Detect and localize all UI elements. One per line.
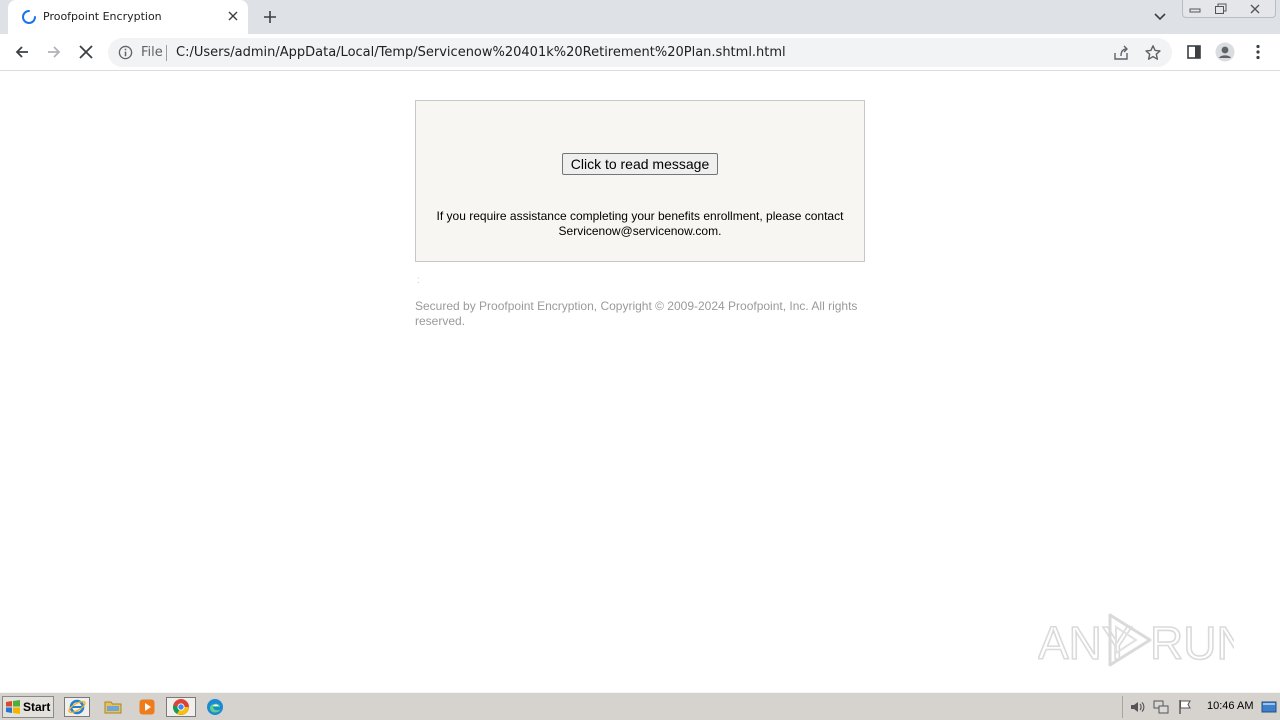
- share-icon[interactable]: [1112, 44, 1130, 62]
- close-tab-icon[interactable]: [224, 7, 242, 25]
- file-scheme-label: File: [141, 45, 163, 60]
- close-window-icon[interactable]: [1236, 0, 1274, 18]
- read-message-button[interactable]: Click to read message: [562, 153, 718, 175]
- media-player-icon[interactable]: [134, 697, 160, 717]
- side-panel-icon[interactable]: [1184, 42, 1204, 62]
- chrome-icon[interactable]: [166, 697, 196, 717]
- info-icon[interactable]: [118, 45, 133, 60]
- back-arrow-icon[interactable]: [10, 40, 34, 64]
- windows-flag-icon: [6, 700, 20, 714]
- taskbar-clock[interactable]: 10:46 AM: [1207, 700, 1253, 712]
- address-divider: [166, 45, 167, 61]
- start-label: Start: [23, 700, 51, 714]
- minimize-window-icon[interactable]: [1183, 0, 1207, 18]
- forward-arrow-icon[interactable]: [42, 40, 66, 64]
- stop-loading-icon[interactable]: [74, 40, 98, 64]
- watermark-text-right: RUN: [1150, 617, 1234, 669]
- encrypted-message-panel: Click to read message If you require ass…: [415, 100, 865, 262]
- system-tray: 10:46 AM: [1122, 696, 1280, 718]
- tab-strip: Proofpoint Encryption: [0, 0, 1280, 34]
- stray-mark: :: [417, 275, 420, 286]
- url-text[interactable]: C:/Users/admin/AppData/Local/Temp/Servic…: [176, 45, 786, 60]
- assistance-text-line1: If you require assistance completing you…: [436, 209, 844, 223]
- new-tab-icon[interactable]: [258, 5, 282, 29]
- volume-icon[interactable]: [1129, 699, 1145, 715]
- tab-title: Proofpoint Encryption: [43, 10, 162, 23]
- footer-line2: reserved.: [415, 314, 466, 328]
- bookmark-star-icon[interactable]: [1144, 44, 1162, 62]
- address-bar[interactable]: File C:/Users/admin/AppData/Local/Temp/S…: [108, 38, 1172, 67]
- loading-spinner-icon: [22, 10, 36, 24]
- profile-avatar-icon[interactable]: [1215, 42, 1235, 62]
- kebab-menu-icon[interactable]: [1248, 42, 1268, 62]
- chevron-down-icon[interactable]: [1150, 7, 1170, 27]
- internet-explorer-icon[interactable]: [64, 697, 90, 717]
- assistance-contact-email: Servicenow@servicenow.com.: [558, 224, 722, 238]
- browser-toolbar: File C:/Users/admin/AppData/Local/Temp/S…: [0, 34, 1280, 71]
- assistance-text: If you require assistance completing you…: [424, 209, 856, 239]
- restore-window-icon[interactable]: [1208, 0, 1234, 18]
- start-button[interactable]: Start: [2, 696, 54, 718]
- action-center-flag-icon[interactable]: [1177, 699, 1193, 715]
- show-desktop-icon[interactable]: [1261, 699, 1277, 715]
- file-explorer-icon[interactable]: [100, 697, 126, 717]
- footer-line1: Secured by Proofpoint Encryption, Copyri…: [415, 299, 858, 313]
- network-icon[interactable]: [1153, 699, 1169, 715]
- copyright-footer: Secured by Proofpoint Encryption, Copyri…: [415, 299, 870, 329]
- windows-taskbar: Start 10:46 AM: [0, 692, 1280, 720]
- browser-tab-active[interactable]: Proofpoint Encryption: [8, 0, 248, 34]
- anyrun-watermark-logo: ANY RUN: [1038, 613, 1234, 670]
- edge-icon[interactable]: [202, 697, 228, 717]
